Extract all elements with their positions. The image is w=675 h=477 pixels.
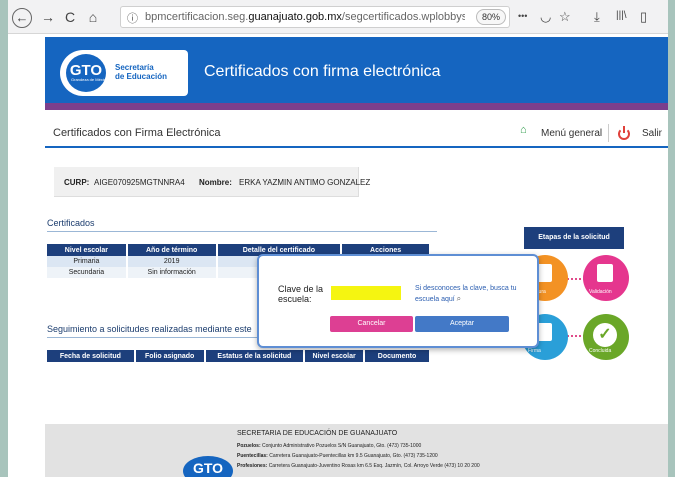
banner-strip	[45, 103, 668, 110]
site-banner: GTO Grandeza de México Secretaría de Edu…	[45, 37, 668, 109]
nav-title: Certificados con Firma Electrónica	[53, 127, 221, 139]
school-key-label: Clave de la escuela:	[278, 284, 324, 304]
table-cell: Primaria	[47, 256, 128, 267]
col-header: Documento	[364, 350, 431, 362]
more-icon[interactable]: •••	[518, 11, 527, 21]
bookmark-star-icon[interactable]: ☆	[559, 9, 571, 25]
power-icon[interactable]	[618, 126, 630, 140]
step-label: Concluida	[589, 348, 612, 354]
seguimiento-heading: Seguimiento a solicitudes realizadas med…	[47, 324, 252, 334]
footer-address: Profesiones: Carretera Guanajuato-Juvent…	[237, 463, 480, 469]
table-cell: Sin información	[126, 267, 218, 278]
col-header: Fecha de solicitud	[47, 350, 136, 362]
curp-label: CURP:	[64, 178, 90, 187]
menu-general-link[interactable]: Menú general	[541, 128, 602, 139]
forward-icon[interactable]: →	[40, 9, 56, 25]
name-label: Nombre:	[199, 178, 232, 187]
logo-tagline: Grandeza de México	[71, 77, 108, 82]
zoom-indicator[interactable]: 80%	[476, 9, 506, 25]
col-header: Año de término	[126, 244, 218, 256]
gto-logo: GTO	[66, 54, 106, 92]
school-key-input[interactable]	[331, 286, 401, 300]
school-key-dialog: Clave de la escuela: Si desconoces la cl…	[257, 254, 539, 348]
table-header-row: Fecha de solicitud Folio asignado Estatu…	[47, 350, 431, 362]
pocket-icon[interactable]: ◡	[540, 9, 551, 25]
home-icon[interactable]: ⌂	[85, 9, 101, 25]
table-cell: Secundaria	[47, 267, 128, 278]
browser-window: ← → C ⌂ ⓘ bpmcertificacion.seg.guanajuat…	[8, 0, 668, 477]
step-validacion: Validación	[583, 255, 629, 301]
library-icon[interactable]: |||\	[616, 10, 627, 21]
col-header: Folio asignado	[134, 350, 206, 362]
footer-title: SECRETARIA DE EDUCACIÓN DE GUANAJUATO	[237, 430, 398, 437]
reload-icon[interactable]: C	[62, 9, 78, 25]
curp-value: AIGE070925MGTNNRA4	[94, 178, 185, 187]
step-concluida: ✓ Concluida	[583, 314, 629, 360]
back-icon[interactable]: ←	[12, 8, 32, 28]
nav-bar: Certificados con Firma Electrónica ⌂ Men…	[45, 118, 668, 148]
url-bar[interactable]: ⓘ bpmcertificacion.seg.guanajuato.gob.mx…	[120, 6, 510, 28]
footer-logo: GTO	[183, 456, 233, 477]
certificados-heading: Certificados	[47, 218, 95, 228]
logout-link[interactable]: Salir	[642, 128, 662, 139]
steps-title: Etapas de la solicitud	[524, 227, 624, 249]
col-header: Estatus de la solicitud	[204, 350, 306, 362]
accept-button[interactable]: Aceptar	[415, 316, 509, 332]
check-icon: ✓	[593, 323, 617, 347]
cancel-button[interactable]: Cancelar	[330, 316, 413, 332]
divider	[47, 231, 437, 232]
footer: SECRETARIA DE EDUCACIÓN DE GUANAJUATO Po…	[45, 424, 668, 477]
col-header: Nivel escolar	[47, 244, 128, 256]
student-info: CURP: AIGE070925MGTNNRA4 Nombre: ERKA YA…	[54, 167, 370, 197]
search-icon: ⌕	[456, 294, 462, 303]
nav-divider	[608, 124, 609, 142]
browser-toolbar: ← → C ⌂ ⓘ bpmcertificacion.seg.guanajuat…	[8, 0, 668, 34]
seguimiento-table: Fecha de solicitud Folio asignado Estatu…	[47, 350, 431, 362]
logo: GTO Grandeza de México Secretaría de Edu…	[60, 50, 188, 96]
school-search-link[interactable]: Si desconoces la clave, busca tu escuela…	[415, 284, 535, 305]
name-value: ERKA YAZMIN ANTIMO GONZALEZ	[239, 178, 371, 187]
document-icon	[597, 264, 613, 282]
home-icon[interactable]: ⌂	[520, 124, 527, 136]
footer-address: Puentecillas: Carretera Guanajuato-Puent…	[237, 453, 438, 459]
download-icon[interactable]: ⤓	[594, 9, 600, 25]
table-cell: 2019	[126, 256, 218, 267]
org-name: Secretaría de Educación	[115, 63, 168, 81]
footer-address: Pozuelos: Conjunto Administrativo Pozuel…	[237, 443, 422, 449]
sidebar-icon[interactable]: ▯	[640, 9, 647, 25]
page-title: Certificados con firma electrónica	[204, 63, 441, 80]
col-header: Nivel escolar	[304, 350, 366, 362]
url-text: bpmcertificacion.seg.guanajuato.gob.mx/s…	[145, 11, 465, 23]
site-info-icon[interactable]: ⓘ	[127, 10, 138, 26]
step-label: Firma	[528, 348, 541, 354]
step-label: Validación	[589, 289, 612, 295]
